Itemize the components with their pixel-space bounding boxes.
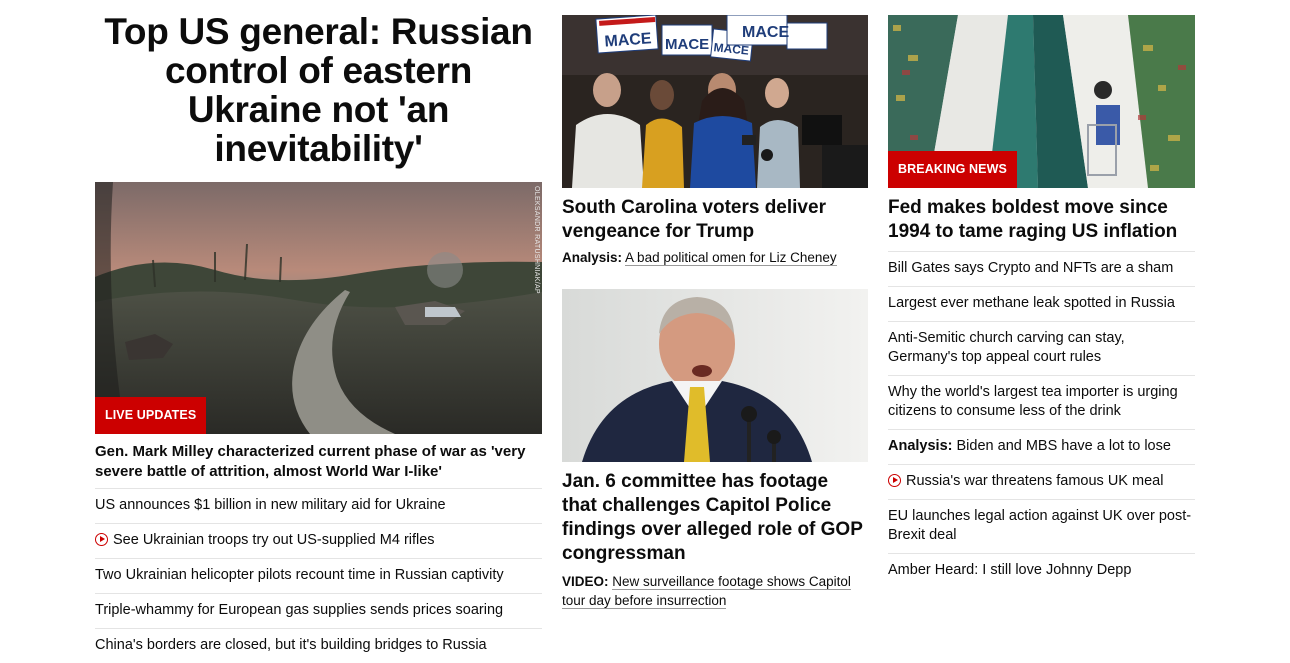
middle-column: MACE MACE MACE MACE South Carolina voter… (562, 0, 868, 610)
live-updates-tag[interactable]: LIVE UPDATES (95, 397, 207, 434)
main-headline[interactable]: Top US general: Russian control of easte… (95, 12, 542, 168)
ukraine-lead-story[interactable]: Gen. Mark Milley characterized current p… (95, 442, 542, 482)
list-item-text: Triple-whammy for European gas supplies … (95, 602, 504, 618)
rally-image: MACE MACE MACE MACE (562, 15, 868, 188)
list-item[interactable]: Largest ever methane leak spotted in Rus… (888, 286, 1195, 321)
main-story-column: Top US general: Russian control of easte… (95, 0, 542, 663)
svg-text:MACE: MACE (742, 24, 789, 41)
list-item-text: Biden and MBS have a lot to lose (952, 438, 1171, 454)
list-item[interactable]: Anti-Semitic church carving can stay, Ge… (888, 321, 1195, 375)
list-item-text: Two Ukrainian helicopter pilots recount … (95, 567, 504, 583)
list-item-text: Largest ever methane leak spotted in Rus… (888, 295, 1175, 311)
list-item[interactable]: Triple-whammy for European gas supplies … (95, 593, 542, 628)
list-item-text: China's borders are closed, but it's bui… (95, 637, 487, 653)
ukraine-photo[interactable]: OLEKSANDR RATUSHNIAK/AP LIVE UPDATES (95, 182, 542, 434)
list-item-text: See Ukrainian troops try out US-supplied… (113, 532, 435, 548)
list-item[interactable]: Amber Heard: I still love Johnny Depp (888, 553, 1195, 588)
play-icon (888, 474, 901, 487)
list-item-text: Russia's war threatens famous UK meal (906, 473, 1164, 489)
list-item[interactable]: Two Ukrainian helicopter pilots recount … (95, 558, 542, 593)
list-item[interactable]: US announces $1 billion in new military … (95, 488, 542, 523)
list-item-text: Amber Heard: I still love Johnny Depp (888, 562, 1132, 578)
supermarket-photo[interactable]: BREAKING NEWS (888, 15, 1195, 188)
right-story-list: Bill Gates says Crypto and NFTs are a sh… (888, 251, 1195, 588)
analysis-link[interactable]: A bad political omen for Liz Cheney (625, 250, 837, 266)
list-item[interactable]: China's borders are closed, but it's bui… (95, 628, 542, 663)
list-item-text: EU launches legal action against UK over… (888, 508, 1192, 543)
list-item-text: Bill Gates says Crypto and NFTs are a sh… (888, 260, 1174, 276)
south-carolina-photo[interactable]: MACE MACE MACE MACE (562, 15, 868, 188)
svg-text:MACE: MACE (665, 36, 709, 53)
list-item[interactable]: Russia's war threatens famous UK meal (888, 464, 1195, 499)
list-item[interactable]: Bill Gates says Crypto and NFTs are a sh… (888, 251, 1195, 286)
video-sublink[interactable]: VIDEO: New surveillance footage shows Ca… (562, 572, 868, 610)
analysis-label: Analysis: (562, 250, 623, 265)
list-item[interactable]: See Ukrainian troops try out US-supplied… (95, 523, 542, 558)
photo-credit: OLEKSANDR RATUSHNIAK/AP (533, 186, 540, 294)
list-item-text: Anti-Semitic church carving can stay, Ge… (888, 330, 1125, 365)
list-item[interactable]: Analysis: Biden and MBS have a lot to lo… (888, 429, 1195, 464)
right-column: BREAKING NEWS Fed makes boldest move sin… (888, 0, 1195, 588)
sign-text: MACE (604, 30, 653, 50)
list-item-text: Why the world's largest tea importer is … (888, 384, 1178, 419)
congressman-photo[interactable] (562, 289, 868, 462)
analysis-label: Analysis: (888, 438, 953, 454)
video-label: VIDEO: (562, 574, 609, 589)
list-item[interactable]: Why the world's largest tea importer is … (888, 375, 1195, 429)
congressman-image (562, 289, 868, 462)
breaking-news-tag[interactable]: BREAKING NEWS (888, 151, 1017, 188)
ukraine-story-list: US announces $1 billion in new military … (95, 488, 542, 663)
jan6-headline[interactable]: Jan. 6 committee has footage that challe… (562, 470, 868, 566)
play-icon (95, 533, 108, 546)
analysis-sublink[interactable]: Analysis: A bad political omen for Liz C… (562, 248, 868, 267)
south-carolina-headline[interactable]: South Carolina voters deliver vengeance … (562, 196, 868, 244)
fed-headline[interactable]: Fed makes boldest move since 1994 to tam… (888, 196, 1195, 244)
list-item[interactable]: EU launches legal action against UK over… (888, 499, 1195, 553)
list-item-text: US announces $1 billion in new military … (95, 497, 446, 513)
